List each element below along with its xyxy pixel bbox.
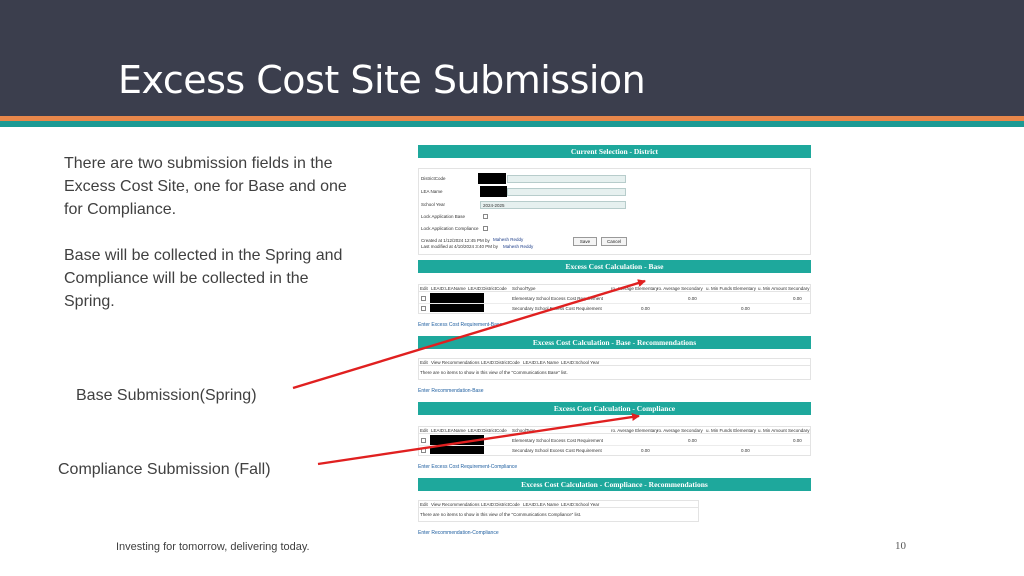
cancel-button[interactable]: Cancel [601, 237, 627, 246]
base-recs-header: Excess Cost Calculation - Base - Recomme… [418, 336, 811, 349]
comp-row1-v1: 0.00 [688, 438, 697, 443]
base-row2-v1: 0.00 [641, 306, 650, 311]
enter-requirement-base-link[interactable]: Enter Excess Cost Requirement-Base [418, 322, 502, 328]
comp-recs-empty-message: There are no items to show in this view … [420, 512, 582, 517]
lock-base-checkbox[interactable] [483, 214, 488, 219]
intro-paragraph: There are two submission fields in the E… [64, 155, 347, 218]
comp-col-edit[interactable]: Edit [420, 428, 428, 433]
base-col-min-elem[interactable]: u. Min Funds Elementary [706, 286, 756, 291]
school-year-value: 2024-2025 [483, 203, 505, 208]
base-col-min-sec[interactable]: u. Min Amount Secondary [758, 286, 810, 291]
compliance-recs-table: Edit View Recommendations LEAID:District… [418, 500, 699, 522]
compliance-table: Edit LEAID:LEAName LEAID:DistrictCode Sc… [418, 426, 811, 456]
comp-recs-col-schoolyear[interactable]: LEAID:School Year [561, 502, 599, 507]
base-recs-empty-message: There are no items to show in this view … [420, 370, 568, 375]
base-recs-col-leaname[interactable]: LEAID:LEA Name [523, 360, 559, 365]
redacted-district-code [478, 173, 506, 184]
base-submission-label: Base Submission(Spring) [76, 387, 257, 404]
slide-header: Excess Cost Site Submission [0, 0, 1024, 116]
comp-col-avg-elem[interactable]: ro. Average Elementary [611, 428, 658, 433]
enter-recommendation-base-link[interactable]: Enter Recommendation-Base [418, 388, 484, 394]
compliance-recs-table-header: Edit View Recommendations LEAID:District… [419, 501, 698, 508]
base-row1-edit-icon[interactable] [421, 296, 426, 301]
base-col-avg-elem[interactable]: ro. Average Elementary [611, 286, 658, 291]
compliance-submission-label: Compliance Submission (Fall) [58, 461, 271, 478]
compliance-section-header: Excess Cost Calculation - Compliance [418, 402, 811, 415]
lea-name-label: LEA Name [421, 189, 443, 194]
base-row1-type: Elementary School Excess Cost Requiremen… [512, 296, 604, 301]
redacted-lea-name [480, 186, 507, 197]
base-col-districtcode[interactable]: LEAID:DistrictCode [468, 286, 507, 291]
base-recs-col-edit[interactable]: Edit [420, 360, 428, 365]
compliance-recs-header: Excess Cost Calculation - Compliance - R… [418, 478, 811, 491]
lock-compliance-checkbox[interactable] [483, 226, 488, 231]
modified-text: Last modified at 4/10/2024 3:40 PM by [421, 244, 499, 249]
base-recs-col-districtcode[interactable]: LEAID:DistrictCode [481, 360, 520, 365]
current-selection-panel: DistrictCode LEA Name School Year 2024-2… [418, 168, 811, 255]
enter-recommendation-compliance-link[interactable]: Enter Recommendation-Compliance [418, 530, 499, 536]
lock-base-label: Lock Application Base [421, 214, 466, 219]
base-table: Edit LEAID:LEAName LEAID:DistrictCode Sc… [418, 284, 811, 314]
base-row-divider [419, 303, 810, 304]
modified-by-link[interactable]: Mahesh Reddy [503, 244, 533, 249]
base-section-header: Excess Cost Calculation - Base [418, 260, 811, 273]
comp-row-divider [419, 445, 810, 446]
base-col-leaname[interactable]: LEAID:LEAName [431, 286, 466, 291]
base-col-avg-sec[interactable]: ro. Average Secondary [657, 286, 703, 291]
base-table-header: Edit LEAID:LEAName LEAID:DistrictCode Sc… [419, 285, 810, 292]
created-by-link[interactable]: Mahesh Reddy [493, 237, 523, 242]
footer-tagline: Investing for tomorrow, delivering today… [116, 541, 310, 553]
slide-title: Excess Cost Site Submission [118, 58, 646, 102]
base-row2-type: Secondary School Excess Cost Requirement [512, 306, 602, 311]
comp-recs-col-view[interactable]: View Recommendations [431, 502, 479, 507]
base-col-schooltype[interactable]: SchoolType [512, 286, 536, 291]
comp-row1-edit-icon[interactable] [421, 438, 426, 443]
comp-col-min-elem[interactable]: u. Min Funds Elementary [706, 428, 756, 433]
base-recs-col-schoolyear[interactable]: LEAID:School Year [561, 360, 599, 365]
base-row2-v2: 0.00 [741, 306, 750, 311]
created-text: Created at 1/12/2024 12:45 PM by [421, 238, 490, 243]
comp-recs-col-districtcode[interactable]: LEAID:DistrictCode [481, 502, 520, 507]
comp-col-schooltype[interactable]: SchoolType [512, 428, 536, 433]
save-button[interactable]: Save [573, 237, 597, 246]
enter-requirement-compliance-link[interactable]: Enter Excess Cost Requirement-Compliance [418, 464, 517, 470]
district-code-field[interactable] [507, 175, 626, 183]
base-col-edit[interactable]: Edit [420, 286, 428, 291]
district-code-label: DistrictCode [421, 176, 446, 181]
comp-col-districtcode[interactable]: LEAID:DistrictCode [468, 428, 507, 433]
comp-row2-v1: 0.00 [641, 448, 650, 453]
comp-row2-v2: 0.00 [741, 448, 750, 453]
lea-name-field[interactable] [507, 188, 626, 196]
comp-recs-col-edit[interactable]: Edit [420, 502, 428, 507]
comp-col-min-sec[interactable]: u. Min Amount Secondary [758, 428, 810, 433]
lock-compliance-label: Lock Application Compliance [421, 226, 479, 231]
header-stripe-teal [0, 121, 1024, 127]
comp-row2-type: Secondary School Excess Cost Requirement [512, 448, 602, 453]
current-selection-header: Current Selection - District [418, 145, 811, 158]
collection-paragraph: Base will be collected in the Spring and… [64, 247, 343, 310]
compliance-table-header: Edit LEAID:LEAName LEAID:DistrictCode Sc… [419, 427, 810, 434]
comp-row1-v2: 0.00 [793, 438, 802, 443]
comp-col-leaname[interactable]: LEAID:LEAName [431, 428, 466, 433]
base-recs-table-header: Edit View Recommendations LEAID:District… [419, 359, 810, 366]
comp-col-avg-sec[interactable]: ro. Average Secondary [657, 428, 703, 433]
base-recs-col-view[interactable]: View Recommendations [431, 360, 479, 365]
page-number: 10 [895, 540, 906, 552]
comp-recs-col-leaname[interactable]: LEAID:LEA Name [523, 502, 559, 507]
base-row2-edit-icon[interactable] [421, 306, 426, 311]
comp-row2-edit-icon[interactable] [421, 448, 426, 453]
base-row1-v1: 0.00 [688, 296, 697, 301]
base-row1-v2: 0.00 [793, 296, 802, 301]
school-year-field[interactable]: 2024-2025 [480, 201, 626, 209]
school-year-label: School Year [421, 202, 446, 207]
base-recs-table: Edit View Recommendations LEAID:District… [418, 358, 811, 380]
comp-row1-type: Elementary School Excess Cost Requiremen… [512, 438, 604, 443]
